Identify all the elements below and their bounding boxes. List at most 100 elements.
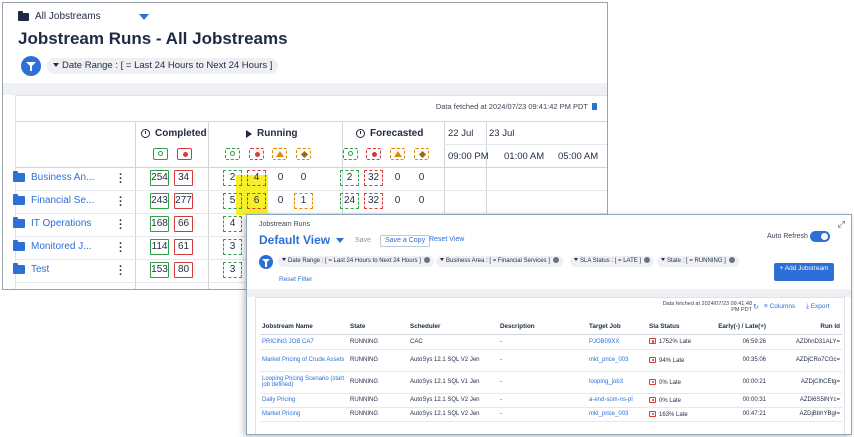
running-ok-count[interactable]: 4: [223, 216, 242, 232]
reset-view-button[interactable]: Reset View: [425, 235, 468, 247]
more-menu-icon[interactable]: ...: [119, 259, 122, 278]
success-status-icon[interactable]: [225, 148, 240, 160]
more-menu-icon[interactable]: ...: [119, 236, 122, 255]
running-warning-count[interactable]: 0: [271, 193, 290, 209]
jobstream-name-link[interactable]: Market Pricing of Crude Assets: [260, 349, 348, 372]
remove-chip-icon[interactable]: [423, 257, 430, 263]
running-ok-count[interactable]: 3: [223, 262, 242, 278]
jobstream-name-link[interactable]: PRICING JOB CA7: [260, 334, 348, 350]
more-menu-icon[interactable]: ...: [119, 213, 122, 232]
running-ok-count[interactable]: 3: [223, 239, 242, 255]
save-button[interactable]: Save: [350, 235, 376, 247]
jobstream-name-link[interactable]: Looping Pricing Scenario (start job defi…: [260, 371, 348, 394]
table-row[interactable]: PRICING JOB CA7 RUNNING CAC - PJOB09XX 1…: [260, 334, 842, 350]
business-area-link[interactable]: Monitored J...: [13, 240, 92, 252]
filter-chip-sla-status[interactable]: SLA Status : [ = LATE ]: [570, 256, 655, 267]
table-row[interactable]: Financial Se... ... 243 277 5 6 0 1 24 3…: [3, 190, 597, 213]
filter-button[interactable]: [21, 56, 41, 76]
target-job-link[interactable]: mkt_price_003: [587, 349, 647, 372]
business-area-link[interactable]: IT Operations: [13, 217, 91, 229]
warning-status-icon[interactable]: [390, 148, 405, 160]
more-menu-icon[interactable]: ...: [119, 190, 122, 209]
breadcrumb[interactable]: All Jobstreams: [18, 10, 149, 22]
target-job-link[interactable]: mkt_price_003: [587, 407, 647, 422]
forecast-ok-count[interactable]: 24: [340, 193, 359, 209]
completed-error-count[interactable]: 61: [174, 239, 193, 255]
col-jobstream-name[interactable]: Jobstream Name: [260, 320, 348, 335]
running-late-count[interactable]: 1: [294, 193, 313, 209]
error-status-icon[interactable]: [249, 148, 264, 160]
forecast-warning-count[interactable]: 0: [388, 170, 407, 186]
col-scheduler[interactable]: Scheduler: [408, 320, 498, 335]
filter-chip-date-range[interactable]: Date Range : [ = Last 24 Hours to Next 2…: [278, 256, 434, 267]
view-selector[interactable]: Default View: [259, 233, 345, 247]
chevron-down-icon[interactable]: [138, 13, 149, 20]
target-job-link[interactable]: looping_job3: [587, 371, 647, 394]
export-button[interactable]: ⤓ Export: [806, 303, 829, 311]
jobstream-name-link[interactable]: Daily Pricing: [260, 393, 348, 408]
col-run-id[interactable]: Run Id: [768, 320, 842, 335]
business-area-link[interactable]: Test: [13, 263, 49, 275]
completed-ok-count[interactable]: 168: [150, 216, 169, 232]
jobstream-name-link[interactable]: Market Pricing: [260, 407, 348, 422]
forecast-late-count[interactable]: 0: [412, 170, 431, 186]
col-target-job[interactable]: Target Job: [587, 320, 647, 335]
completed-error-count[interactable]: 277: [174, 193, 193, 209]
col-state[interactable]: State: [348, 320, 408, 335]
filter-chip-state[interactable]: State : [ = RUNNING ]: [657, 256, 739, 267]
reset-filter-button[interactable]: Reset Filter: [279, 276, 312, 283]
filter-button[interactable]: [259, 255, 273, 269]
description-cell: -: [498, 334, 587, 350]
completed-ok-count[interactable]: 254: [150, 170, 169, 186]
refresh-icon[interactable]: [592, 103, 597, 110]
auto-refresh-toggle[interactable]: [810, 231, 830, 242]
table-row[interactable]: Daily Pricing RUNNING AutoSys 12.1 SQL V…: [260, 393, 842, 408]
columns-button[interactable]: ≡ Columns: [764, 303, 795, 310]
expand-icon[interactable]: ⤢: [838, 219, 845, 230]
running-ok-count[interactable]: 5: [223, 193, 242, 209]
forecast-warning-count[interactable]: 0: [388, 193, 407, 209]
completed-error-count[interactable]: 66: [174, 216, 193, 232]
remove-chip-icon[interactable]: [552, 257, 559, 263]
running-warning-count[interactable]: 0: [271, 170, 290, 186]
success-status-icon[interactable]: [343, 148, 358, 160]
add-jobstream-button[interactable]: + Add Jobstream: [774, 263, 834, 281]
business-area-link[interactable]: Financial Se...: [13, 194, 94, 206]
table-row[interactable]: Market Pricing of Crude Assets RUNNING A…: [260, 349, 842, 372]
error-status-icon[interactable]: [366, 148, 381, 160]
forecast-ok-count[interactable]: 2: [340, 170, 359, 186]
filter-chip-business-area[interactable]: Business Area : [ = Financial Services ]: [436, 256, 563, 267]
running-ok-count[interactable]: 2: [223, 170, 242, 186]
completed-ok-count[interactable]: 243: [150, 193, 169, 209]
warning-status-icon[interactable]: [272, 148, 287, 160]
col-description[interactable]: Description: [498, 320, 587, 335]
col-early-late[interactable]: Early(-) / Late(+): [705, 320, 768, 335]
table-row[interactable]: Looping Pricing Scenario (start job defi…: [260, 371, 842, 394]
save-copy-button[interactable]: Save a Copy: [380, 235, 431, 247]
more-menu-icon[interactable]: ...: [119, 167, 122, 186]
business-area-link[interactable]: Business An...: [13, 171, 94, 183]
completed-error-count[interactable]: 34: [174, 170, 193, 186]
remove-chip-icon[interactable]: [728, 257, 735, 263]
running-late-count[interactable]: 0: [294, 170, 313, 186]
col-sla-status[interactable]: Sla Status: [647, 320, 705, 335]
forecast-error-count[interactable]: 32: [364, 170, 383, 186]
filter-chip-date-range[interactable]: Date Range : [ = Last 24 Hours to Next 2…: [47, 58, 279, 74]
error-status-icon[interactable]: [177, 148, 192, 160]
target-job-link[interactable]: a-end-som-ns-pl: [587, 393, 647, 408]
forecast-error-count[interactable]: 32: [364, 193, 383, 209]
table-row[interactable]: Market Pricing RUNNING AutoSys 12.1 SQL …: [260, 407, 842, 422]
completed-ok-count[interactable]: 153: [150, 262, 169, 278]
late-status-icon[interactable]: [414, 148, 429, 160]
forecast-late-count[interactable]: 0: [412, 193, 431, 209]
success-status-icon[interactable]: [153, 148, 168, 160]
late-status-icon[interactable]: [296, 148, 311, 160]
running-error-count[interactable]: 6: [247, 193, 266, 209]
refresh-icon[interactable]: ↻: [753, 303, 759, 311]
target-job-link[interactable]: PJOB09XX: [587, 334, 647, 350]
completed-error-count[interactable]: 80: [174, 262, 193, 278]
completed-ok-count[interactable]: 114: [150, 239, 169, 255]
remove-chip-icon[interactable]: [644, 257, 651, 263]
running-error-count[interactable]: 4: [247, 170, 266, 186]
table-row[interactable]: Business An... ... 254 34 2 4 0 0 2 32 0…: [3, 167, 597, 190]
